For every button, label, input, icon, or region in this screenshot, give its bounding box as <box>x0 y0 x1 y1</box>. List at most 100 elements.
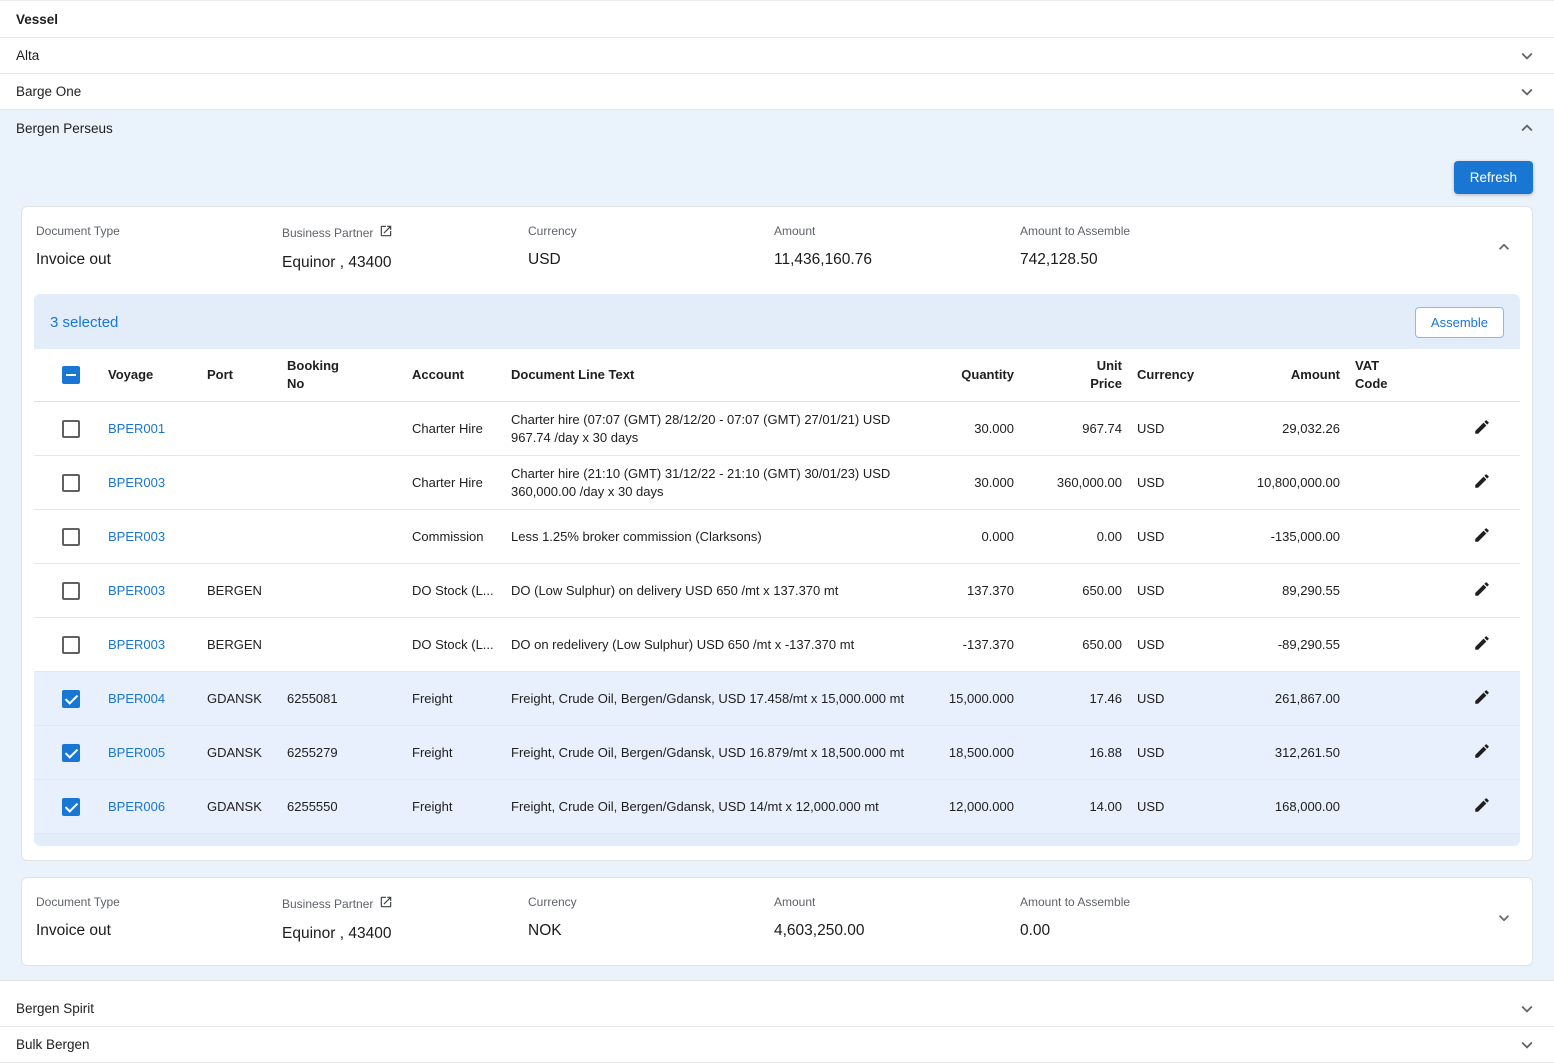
amount-cell: 89,290.55 <box>1235 574 1355 608</box>
field-currency: Currency USD <box>528 224 774 269</box>
quantity-cell: 15,000.000 <box>929 682 1029 716</box>
chevron-down-icon <box>1516 998 1538 1020</box>
document-line-text-cell: Freight, Crude Oil, Bergen/Gdansk, USD 1… <box>511 790 929 824</box>
field-document-type: Document Type Invoice out <box>36 895 282 940</box>
edit-button[interactable] <box>1469 576 1495 605</box>
amount-value: 11,436,160.76 <box>774 251 1010 269</box>
col-header-voyage: Voyage <box>108 358 207 392</box>
open-in-new-icon[interactable] <box>379 895 393 912</box>
booking-no-cell <box>287 421 412 437</box>
amount-to-assemble-value: 0.00 <box>1020 922 1256 940</box>
amount-label: Amount <box>774 224 815 238</box>
voyage-link[interactable]: BPER004 <box>108 691 165 706</box>
col-header-unit-price: Unit Price <box>1029 349 1137 401</box>
business-partner-label: Business Partner <box>282 226 373 240</box>
document-1-fields: Document Type Invoice out Business Partn… <box>22 207 1532 294</box>
account-cell: DO Stock (L... <box>412 574 511 608</box>
row-checkbox[interactable] <box>62 636 80 654</box>
quantity-cell: 30.000 <box>929 412 1029 446</box>
amount-to-assemble-label: Amount to Assemble <box>1020 224 1130 238</box>
voyage-link[interactable]: BPER003 <box>108 475 165 490</box>
expand-document-2-button[interactable] <box>1490 904 1518 935</box>
pencil-icon <box>1473 418 1491 439</box>
quantity-cell: 30.000 <box>929 466 1029 500</box>
accordion-bergen-spirit[interactable]: Bergen Spirit <box>0 991 1554 1027</box>
col-header-booking-no: Booking No <box>287 349 412 401</box>
table-row: BPER005 GDANSK 6255279 Freight Freight, … <box>34 726 1520 780</box>
document-line-text-cell: Charter hire (21:10 (GMT) 31/12/22 - 21:… <box>511 457 929 509</box>
pencil-icon <box>1473 526 1491 547</box>
row-checkbox[interactable] <box>62 474 80 492</box>
chevron-down-icon <box>1494 908 1514 928</box>
booking-no-cell <box>287 475 412 491</box>
port-cell: GDANSK <box>207 682 287 716</box>
vessel-name-alta: Alta <box>16 48 39 63</box>
booking-no-cell <box>287 583 412 599</box>
select-all-checkbox[interactable] <box>62 366 80 384</box>
col-header-currency: Currency <box>1137 358 1235 392</box>
row-checkbox[interactable] <box>62 690 80 708</box>
vessel-name-barge-one: Barge One <box>16 84 81 99</box>
currency-cell: USD <box>1137 412 1235 446</box>
currency-cell: USD <box>1137 628 1235 662</box>
refresh-button[interactable]: Refresh <box>1454 161 1533 194</box>
business-partner-value: Equinor , 43400 <box>282 254 518 272</box>
field-currency: Currency NOK <box>528 895 774 940</box>
pencil-icon <box>1473 796 1491 817</box>
col-header-vat-code: VAT Code <box>1355 349 1444 401</box>
unit-price-cell: 650.00 <box>1029 574 1137 608</box>
edit-button[interactable] <box>1469 414 1495 443</box>
field-amount: Amount 11,436,160.76 <box>774 224 1020 269</box>
row-checkbox[interactable] <box>62 420 80 438</box>
col-header-port: Port <box>207 358 287 392</box>
vessel-page: Vessel Alta Barge One Bergen Perseus Ref… <box>0 0 1554 1063</box>
chevron-down-icon <box>1516 45 1538 67</box>
table-row: BPER003 BERGEN DO Stock (L... DO (Low Su… <box>34 564 1520 618</box>
voyage-link[interactable]: BPER006 <box>108 799 165 814</box>
row-checkbox[interactable] <box>62 798 80 816</box>
accordion-bergen-perseus[interactable]: Bergen Perseus <box>0 110 1554 146</box>
field-amount-to-assemble: Amount to Assemble 742,128.50 <box>1020 224 1266 269</box>
port-cell: GDANSK <box>207 790 287 824</box>
accordion-barge-one[interactable]: Barge One <box>0 74 1554 110</box>
edit-button[interactable] <box>1469 522 1495 551</box>
amount-label: Amount <box>774 895 815 909</box>
booking-no-cell: 6255081 <box>287 682 412 716</box>
voyage-link[interactable]: BPER003 <box>108 529 165 544</box>
accordion-alta[interactable]: Alta <box>0 38 1554 74</box>
voyage-link[interactable]: BPER005 <box>108 745 165 760</box>
row-checkbox[interactable] <box>62 744 80 762</box>
collapse-document-1-button[interactable] <box>1490 233 1518 264</box>
row-checkbox[interactable] <box>62 582 80 600</box>
edit-button[interactable] <box>1469 630 1495 659</box>
table-body: BPER001 Charter Hire Charter hire (07:07… <box>34 402 1520 834</box>
amount-cell: -135,000.00 <box>1235 520 1355 554</box>
unit-price-cell: 0.00 <box>1029 520 1137 554</box>
edit-button[interactable] <box>1469 684 1495 713</box>
accordion-bulk-bergen[interactable]: Bulk Bergen <box>0 1027 1554 1063</box>
unit-price-cell: 360,000.00 <box>1029 466 1137 500</box>
edit-button[interactable] <box>1469 738 1495 767</box>
chevron-down-icon <box>1516 1034 1538 1056</box>
row-checkbox[interactable] <box>62 528 80 546</box>
unit-price-cell: 967.74 <box>1029 412 1137 446</box>
unit-price-cell: 16.88 <box>1029 736 1137 770</box>
account-cell: Freight <box>412 790 511 824</box>
document-line-text-cell: Charter hire (07:07 (GMT) 28/12/20 - 07:… <box>511 403 929 455</box>
open-in-new-icon[interactable] <box>379 224 393 241</box>
edit-button[interactable] <box>1469 792 1495 821</box>
voyage-link[interactable]: BPER003 <box>108 583 165 598</box>
assemble-button[interactable]: Assemble <box>1415 307 1504 338</box>
voyage-link[interactable]: BPER001 <box>108 421 165 436</box>
voyage-link[interactable]: BPER003 <box>108 637 165 652</box>
col-header-document-line-text: Document Line Text <box>511 358 929 392</box>
vessel-name-bergen-spirit: Bergen Spirit <box>16 1001 94 1016</box>
edit-button[interactable] <box>1469 468 1495 497</box>
account-cell: Charter Hire <box>412 412 511 446</box>
document-card-2: Document Type Invoice out Business Partn… <box>21 877 1533 966</box>
quantity-cell: 12,000.000 <box>929 790 1029 824</box>
document-card-1: Document Type Invoice out Business Partn… <box>21 206 1533 861</box>
quantity-cell: 18,500.000 <box>929 736 1029 770</box>
document-type-value: Invoice out <box>36 922 272 940</box>
vat-code-cell <box>1355 799 1444 815</box>
